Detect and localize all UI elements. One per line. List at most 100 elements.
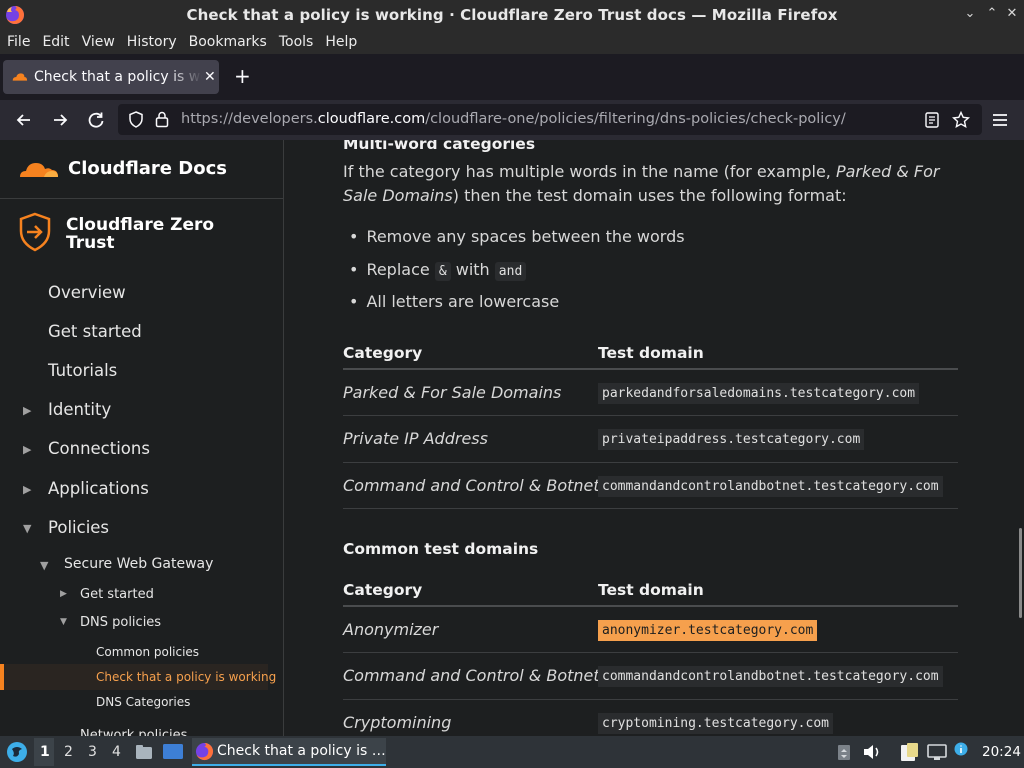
- tab-bar: Check that a policy is working ✕ +: [0, 54, 1024, 100]
- list-item: • Remove any spaces between the words: [349, 227, 685, 246]
- heading-common-test-domains: Common test domains: [343, 540, 539, 558]
- menu-edit[interactable]: Edit: [42, 34, 69, 50]
- expand-arrow-icon[interactable]: ▶: [60, 589, 67, 599]
- nav-tutorials[interactable]: Tutorials: [48, 361, 117, 380]
- minimize-button[interactable]: ⌄: [962, 6, 978, 22]
- workspace-4[interactable]: 4: [112, 744, 121, 760]
- maximize-button[interactable]: ⌃: [984, 6, 1000, 22]
- nav-identity[interactable]: Identity: [48, 400, 111, 419]
- multi-word-paragraph: If the category has multiple words in th…: [343, 162, 940, 205]
- expand-arrow-icon[interactable]: ▶: [23, 404, 31, 417]
- page-scrollbar[interactable]: [1019, 528, 1022, 618]
- zero-trust-shield-icon: [19, 212, 51, 252]
- nav-common-policies[interactable]: Common policies: [96, 645, 199, 659]
- expand-arrow-icon[interactable]: ▶: [23, 483, 31, 496]
- collapse-arrow-icon[interactable]: ▼: [23, 522, 31, 535]
- nav-policies[interactable]: Policies: [48, 518, 109, 537]
- nav-dns-categories[interactable]: DNS Categories: [96, 695, 190, 709]
- menu-file[interactable]: File: [7, 34, 30, 50]
- reload-icon[interactable]: [86, 110, 106, 130]
- window-titlebar: Check that a policy is working · Cloudfl…: [0, 0, 1024, 30]
- nav-active-indicator: [0, 664, 4, 690]
- clock[interactable]: 20:24: [982, 744, 1021, 760]
- forward-icon[interactable]: [50, 110, 70, 130]
- table1-header-category: Category: [343, 344, 423, 362]
- list-item: • All letters are lowercase: [349, 292, 560, 311]
- nav-check-policy[interactable]: Check that a policy is working: [96, 670, 276, 684]
- menu-view[interactable]: View: [82, 34, 115, 50]
- menu-tools[interactable]: Tools: [279, 34, 314, 50]
- navigation-bar: https://developers.cloudflare.com/cloudf…: [0, 100, 1024, 140]
- tab-title: Check that a policy is working: [34, 69, 202, 85]
- menu-history[interactable]: History: [127, 34, 177, 50]
- nav-overview[interactable]: Overview: [48, 283, 126, 302]
- file-manager-icon[interactable]: [134, 742, 154, 762]
- table-cell-domain-highlighted[interactable]: anonymizer.testcategory.com: [598, 620, 818, 641]
- workspace-3[interactable]: 3: [88, 744, 97, 760]
- nav-get-started[interactable]: Get started: [48, 322, 142, 341]
- taskbar-firefox-task[interactable]: Check that a policy is …: [192, 738, 386, 766]
- cloudflare-favicon-icon: [12, 73, 28, 81]
- table-divider: [343, 699, 958, 700]
- docs-brand[interactable]: Cloudflare Docs: [18, 158, 227, 179]
- workspace-2[interactable]: 2: [64, 744, 73, 760]
- network-icon[interactable]: [926, 743, 948, 761]
- main-content: Multi-word categories If the category ha…: [285, 140, 1024, 736]
- table-divider: [343, 415, 958, 416]
- lock-icon[interactable]: [154, 110, 170, 128]
- list-item: • Replace & with and: [349, 260, 527, 281]
- bookmark-star-icon[interactable]: [952, 111, 970, 129]
- clipboard-icon[interactable]: [836, 743, 852, 761]
- taskbar-task-label: Check that a policy is …: [217, 743, 386, 759]
- nav-secure-web-gateway[interactable]: Secure Web Gateway: [64, 556, 213, 572]
- back-icon[interactable]: [14, 110, 34, 130]
- table-cell-category: Command and Control & Botnet: [343, 666, 600, 685]
- table-cell-domain: commandandcontrolandbotnet.testcategory.…: [598, 476, 943, 497]
- table2-header-category: Category: [343, 581, 423, 599]
- menu-help[interactable]: Help: [325, 34, 357, 50]
- table-divider: [343, 368, 958, 370]
- collapse-arrow-icon[interactable]: ▼: [40, 559, 48, 572]
- nav-applications[interactable]: Applications: [48, 479, 149, 498]
- close-window-button[interactable]: ✕: [1004, 6, 1020, 22]
- cloudflare-logo-icon: [20, 162, 58, 177]
- product-title[interactable]: Cloudflare Zero Trust: [18, 212, 226, 252]
- nav-network-policies[interactable]: Network policies: [80, 728, 187, 736]
- menu-bookmarks[interactable]: Bookmarks: [189, 34, 267, 50]
- url-bar[interactable]: https://developers.cloudflare.com/cloudf…: [118, 104, 982, 135]
- workspace-1[interactable]: 1: [40, 744, 50, 760]
- table1-header-domain: Test domain: [598, 344, 704, 362]
- table-cell-category: Parked & For Sale Domains: [343, 383, 562, 402]
- table-cell-category: Anonymizer: [343, 620, 439, 639]
- collapse-arrow-icon[interactable]: ▼: [60, 617, 67, 627]
- docs-brand-text: Cloudflare Docs: [68, 158, 227, 179]
- sidebar-divider: [0, 198, 283, 199]
- table2-header-domain: Test domain: [598, 581, 704, 599]
- tab-active[interactable]: Check that a policy is working ✕: [3, 60, 219, 94]
- window-title: Check that a policy is working · Cloudfl…: [186, 6, 838, 24]
- nav-connections[interactable]: Connections: [48, 439, 150, 458]
- new-tab-button[interactable]: +: [234, 66, 251, 86]
- table-divider: [343, 462, 958, 463]
- nav-dns-policies[interactable]: DNS policies: [80, 615, 161, 630]
- nav-swg-get-started[interactable]: Get started: [80, 587, 154, 602]
- menu-bar: File Edit View History Bookmarks Tools H…: [0, 30, 1024, 54]
- info-icon[interactable]: [954, 742, 968, 756]
- show-desktop-icon[interactable]: [162, 742, 184, 762]
- table-cell-category: Private IP Address: [343, 429, 488, 448]
- table-cell-domain: cryptomining.testcategory.com: [598, 713, 833, 734]
- close-tab-icon[interactable]: ✕: [204, 69, 216, 85]
- table-cell-category: Command and Control & Botnet: [343, 476, 600, 495]
- hamburger-menu-icon[interactable]: [990, 110, 1010, 130]
- reader-view-icon[interactable]: [925, 112, 939, 128]
- notes-icon[interactable]: [898, 742, 920, 762]
- table-cell-domain: parkedandforsaledomains.testcategory.com: [598, 383, 920, 404]
- expand-arrow-icon[interactable]: ▶: [23, 443, 31, 456]
- table-divider: [343, 605, 958, 607]
- volume-icon[interactable]: [862, 743, 882, 761]
- url-text[interactable]: https://developers.cloudflare.com/cloudf…: [181, 111, 846, 127]
- shield-icon[interactable]: [128, 111, 144, 128]
- table-cell-domain: privateipaddress.testcategory.com: [598, 429, 865, 450]
- heading-multi-word-categories: Multi-word categories: [343, 140, 536, 153]
- app-launcher-icon[interactable]: [6, 741, 28, 763]
